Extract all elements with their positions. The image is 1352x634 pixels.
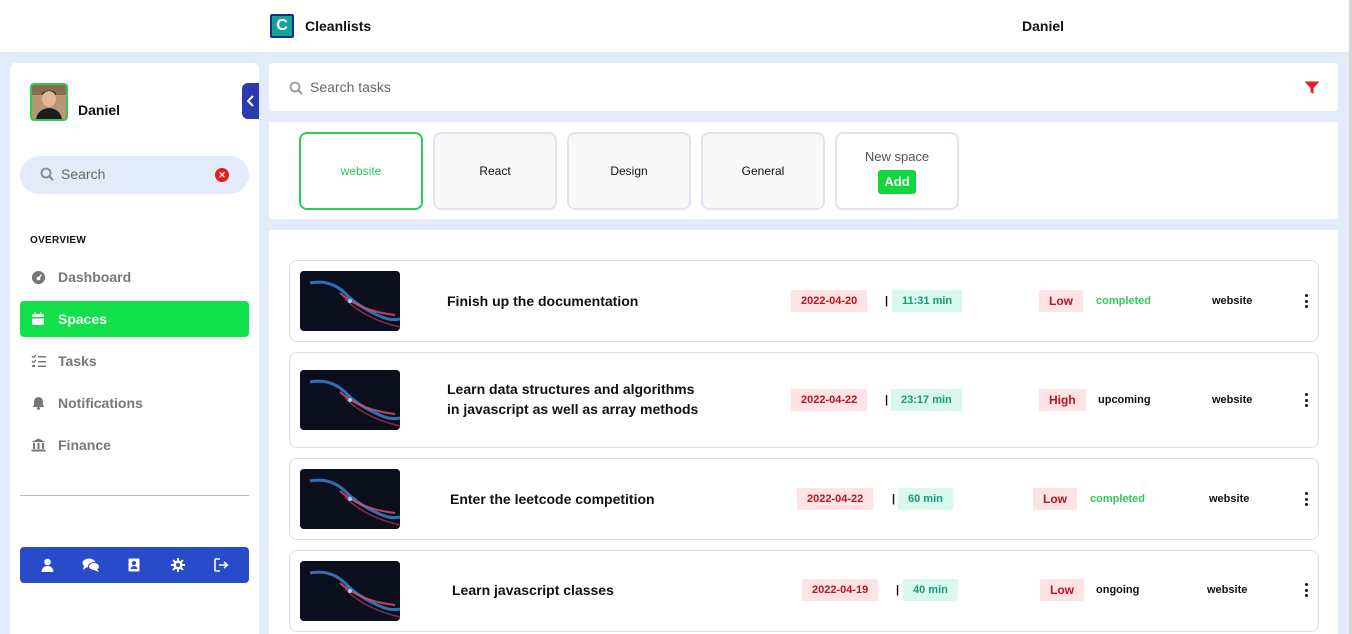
- sidebar-item-notifications[interactable]: Notifications: [20, 385, 249, 421]
- sidebar: Daniel ✕ OVERVIEW Dashboard Spaces Tasks…: [10, 63, 259, 634]
- separator: |: [885, 295, 889, 307]
- task-duration-badge: 23:17 min: [891, 389, 962, 411]
- bell-icon: [30, 395, 46, 411]
- task-priority-badge: High: [1039, 389, 1086, 411]
- logout-icon[interactable]: [211, 555, 231, 575]
- task-row[interactable]: Learn javascript classes 2022-04-19 | 40…: [289, 550, 1319, 632]
- task-space-tag: website: [1207, 584, 1248, 596]
- task-search-input[interactable]: [310, 79, 910, 95]
- task-priority-badge: Low: [1033, 488, 1077, 510]
- sidebar-item-label: Dashboard: [58, 269, 132, 285]
- spaces-panel: website React Design General Add: [269, 122, 1338, 219]
- task-space-tag: website: [1209, 493, 1250, 505]
- task-thumbnail: [300, 469, 400, 529]
- task-title: Learn javascript classes: [452, 582, 614, 598]
- sidebar-item-tasks[interactable]: Tasks: [20, 343, 249, 379]
- app-logo[interactable]: C: [270, 14, 294, 38]
- space-card-label: website: [340, 164, 382, 178]
- sidebar-item-label: Finance: [58, 437, 111, 453]
- task-thumbnail: [300, 271, 400, 331]
- space-card-general[interactable]: General: [701, 132, 825, 210]
- more-options-icon[interactable]: [1301, 583, 1311, 597]
- task-status: ongoing: [1096, 584, 1140, 596]
- sidebar-item-label: Notifications: [58, 395, 143, 411]
- task-list: Finish up the documentation 2022-04-20 |…: [269, 230, 1338, 634]
- task-title: Learn data structures and algorithms in …: [447, 381, 699, 417]
- calendar-icon: [30, 311, 46, 327]
- gear-icon[interactable]: [168, 555, 188, 575]
- space-card-label: React: [479, 164, 511, 178]
- task-title: Enter the leetcode competition: [450, 491, 655, 507]
- sidebar-user-name: Daniel: [78, 102, 121, 118]
- dashboard-icon: [30, 269, 46, 285]
- top-bar: C Cleanlists Daniel: [0, 0, 1352, 52]
- more-options-icon[interactable]: [1301, 393, 1311, 407]
- more-options-icon[interactable]: [1301, 492, 1311, 506]
- logo-letter: C: [276, 17, 288, 34]
- sidebar-search: ✕: [20, 156, 249, 194]
- chevron-left-icon: [246, 95, 254, 107]
- filter-icon[interactable]: [1304, 81, 1320, 95]
- task-space-tag: website: [1212, 295, 1253, 307]
- task-row[interactable]: Finish up the documentation 2022-04-20 |…: [289, 260, 1319, 342]
- task-duration-badge: 60 min: [898, 488, 953, 510]
- task-search-bar: [269, 63, 1338, 111]
- task-space-tag: website: [1212, 394, 1253, 406]
- section-label: OVERVIEW: [30, 235, 87, 246]
- space-card-design[interactable]: Design: [567, 132, 691, 210]
- header-user-name[interactable]: Daniel: [1022, 18, 1064, 34]
- sidebar-action-bar: [20, 547, 249, 583]
- sidebar-item-finance[interactable]: Finance: [20, 427, 249, 463]
- search-icon: [289, 81, 303, 95]
- checklist-icon: [30, 353, 46, 369]
- search-icon: [40, 167, 54, 181]
- bank-icon: [30, 437, 46, 453]
- sidebar-item-label: Spaces: [58, 311, 108, 327]
- sidebar-search-input[interactable]: [61, 166, 201, 182]
- task-row[interactable]: Enter the leetcode competition 2022-04-2…: [289, 458, 1319, 540]
- sidebar-item-label: Tasks: [58, 353, 97, 369]
- sidebar-item-spaces[interactable]: Spaces: [20, 301, 249, 337]
- separator: |: [896, 584, 900, 596]
- app-title: Cleanlists: [305, 18, 372, 34]
- space-card-react[interactable]: React: [433, 132, 557, 210]
- task-duration-badge: 11:31 min: [892, 290, 963, 312]
- new-space-input[interactable]: [847, 148, 947, 164]
- clear-search-icon[interactable]: ✕: [215, 168, 229, 182]
- contact-book-icon[interactable]: [124, 555, 144, 575]
- user-icon[interactable]: [38, 555, 58, 575]
- add-space-button[interactable]: Add: [878, 169, 916, 194]
- separator: |: [892, 493, 896, 505]
- task-thumbnail: [300, 561, 400, 621]
- new-space-card: Add: [835, 132, 959, 210]
- task-priority-badge: Low: [1040, 579, 1084, 601]
- task-status: completed: [1090, 493, 1146, 505]
- space-card-label: General: [741, 164, 785, 178]
- space-card-website[interactable]: website: [299, 132, 423, 210]
- task-date-badge: 2022-04-22: [791, 389, 868, 411]
- task-status: completed: [1096, 295, 1152, 307]
- task-title: Finish up the documentation: [447, 293, 639, 309]
- task-row[interactable]: Learn data structures and algorithms in …: [289, 352, 1319, 448]
- task-date-badge: 2022-04-22: [797, 488, 874, 510]
- separator: |: [885, 394, 889, 406]
- task-priority-badge: Low: [1039, 290, 1083, 312]
- task-date-badge: 2022-04-19: [802, 579, 879, 601]
- sidebar-divider: [20, 495, 249, 496]
- more-options-icon[interactable]: [1301, 294, 1311, 308]
- chat-icon[interactable]: [81, 555, 101, 575]
- task-date-badge: 2022-04-20: [791, 290, 868, 312]
- task-duration-badge: 40 min: [903, 579, 958, 601]
- avatar[interactable]: [30, 83, 68, 121]
- avatar-image: [32, 85, 66, 119]
- collapse-sidebar-button[interactable]: [242, 83, 259, 119]
- sidebar-item-dashboard[interactable]: Dashboard: [20, 259, 249, 295]
- space-card-label: Design: [610, 164, 648, 178]
- task-status: upcoming: [1098, 394, 1151, 406]
- task-thumbnail: [300, 370, 400, 430]
